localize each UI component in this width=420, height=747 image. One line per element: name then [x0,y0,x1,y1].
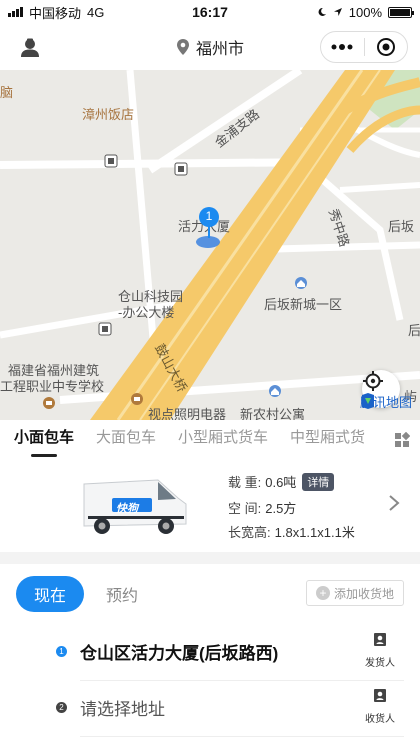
user-icon [21,38,39,57]
poi-icon [295,277,307,289]
dropoff-address[interactable]: 请选择地址 [80,695,165,720]
battery-percent: 100% [348,4,382,20]
section-divider [0,552,420,564]
map-watermark: 腾讯地图 [360,392,412,411]
status-time: 16:17 [192,4,228,20]
location-marker[interactable]: 1 [198,206,220,240]
map-label: 视点照明电器 [148,407,227,420]
all-vehicles-button[interactable] [394,431,411,448]
address-divider [80,736,404,737]
order-panel: 现在 预约 + 添加收货地 1 仓山区活力大厦(后坂路西) 发货人 2 请选择地… [0,564,420,747]
receiver-label: 收货人 [365,714,395,725]
status-bar: 中国移动 4G 16:17 100% [0,0,420,24]
spec-load-label: 载 重: [228,475,262,490]
location-pin-icon [176,39,189,55]
city-name: 福州市 [195,41,244,58]
miniprogram-capsule [320,31,408,63]
tencent-map-logo-icon [361,393,374,409]
chevron-right-icon[interactable] [388,494,400,512]
map-label: 漳州饭店 [82,107,135,122]
crosshair-icon [363,371,383,391]
sender-contact-button[interactable]: 发货人 [360,632,400,669]
moon-icon [318,7,326,16]
poi-icon [104,154,118,168]
tab-large-van[interactable]: 大面包车 [96,420,156,460]
spec-volume: 空 间: 2.5方 [228,498,296,517]
battery-icon [388,6,414,18]
schedule-button[interactable]: 预约 [106,582,138,606]
time-toggle: 现在 预约 [16,576,138,612]
user-avatar-button[interactable] [18,36,42,60]
map-label: 后 [408,323,420,338]
vehicle-type-tabs: 小面包车 大面包车 小型厢式货车 中型厢式货 [0,420,420,460]
contact-book-icon [374,633,386,646]
pickup-address-row[interactable]: 1 仓山区活力大厦(后坂路西) 发货人 [0,624,420,680]
map-label: 脑 [0,85,14,100]
van-logo-text: 快狗 [116,503,138,515]
dropoff-address-row[interactable]: 2 请选择地址 收货人 [0,680,420,736]
add-destination-label: 添加收货地 [333,586,394,601]
more-button[interactable] [321,32,364,62]
sender-label: 发货人 [365,658,395,669]
tab-small-van[interactable]: 小面包车 [14,420,74,460]
now-button[interactable]: 现在 [16,576,84,612]
carrier-name: 中国移动 [29,5,82,21]
city-selector[interactable]: 福州市 [176,35,244,59]
pickup-index-badge: 1 [56,646,67,657]
more-dots-icon [331,44,353,50]
close-miniprogram-button[interactable] [365,32,408,62]
poi-icon [98,322,112,336]
map-label: -办公大楼 [118,305,175,320]
pin-number: 1 [205,209,213,223]
grid-icon [395,431,411,447]
map-label: 后坂 [388,219,415,234]
detail-badge[interactable]: 详情 [302,472,335,491]
spec-load-value: 0.6吨 [265,475,297,490]
spec-load: 载 重: 0.6吨 详情 [228,472,335,491]
map-view[interactable]: 脑 漳州饭店 金浦支路 后坂 活力大厦 秀中路 仓山科技园 -办公大楼 后坂新城… [0,70,420,420]
spec-volume-value: 2.5方 [265,501,297,516]
spec-size-label: 长宽高: [228,525,271,540]
network-type: 4G [87,4,105,20]
map-label: 新农村公寓 [240,407,306,420]
signal-icon [8,7,23,17]
map-label: 后坂新城一区 [264,297,343,312]
contact-book-icon [374,689,386,702]
nav-bar: 福州市 [0,24,420,70]
vehicle-card[interactable]: 快狗 载 重: 0.6吨 详情 空 间: 2.5方 长宽高: 1.8x1.1x1… [0,460,420,552]
add-destination-button[interactable]: + 添加收货地 [306,580,404,606]
poi-icon [43,397,55,409]
receiver-contact-button[interactable]: 收货人 [360,688,400,725]
poi-icon [131,393,143,405]
dropoff-index-badge: 2 [56,702,67,713]
target-circle-icon [376,38,395,56]
location-arrow-icon [333,8,342,16]
pickup-address[interactable]: 仓山区活力大厦(后坂路西) [80,639,278,664]
poi-icon [174,162,188,176]
poi-icon [269,385,281,397]
spec-volume-label: 空 间: [228,501,262,516]
spec-size: 长宽高: 1.8x1.1x1.1米 [228,522,355,541]
plus-icon: + [315,586,330,600]
map-label: 工程职业中专学校 [0,379,105,394]
tab-small-box-truck[interactable]: 小型厢式货车 [178,420,268,460]
spec-size-value: 1.8x1.1x1.1米 [274,525,355,540]
tab-medium-box-truck[interactable]: 中型厢式货 [290,420,365,460]
